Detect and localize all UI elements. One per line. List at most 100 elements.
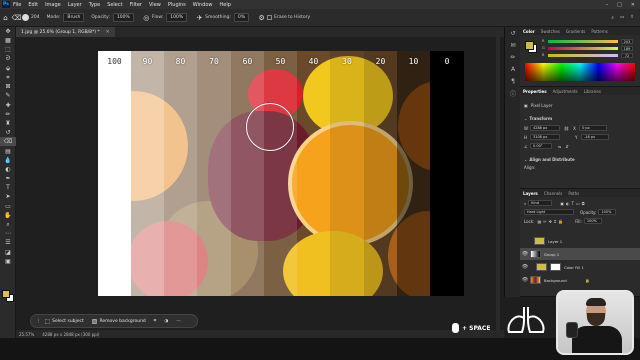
menu-window[interactable]: Window: [193, 2, 213, 8]
gradient-tool-icon[interactable]: ▤: [0, 146, 16, 155]
smoothing-field[interactable]: 0%: [234, 13, 250, 22]
menu-view[interactable]: View: [149, 2, 161, 8]
layer-row-color-fill-1[interactable]: 👁 Color Fill 1: [520, 261, 640, 273]
foreground-color-swatch[interactable]: [2, 290, 10, 298]
y-field[interactable]: -18 px: [581, 134, 609, 140]
tab-layers[interactable]: Layers: [520, 191, 541, 196]
b-channel-value[interactable]: 72: [621, 53, 633, 58]
workspace-icon[interactable]: ▭: [620, 15, 624, 21]
b-channel-slider[interactable]: [548, 54, 618, 57]
r-channel-slider[interactable]: [548, 40, 618, 43]
layer-row-layer-1[interactable]: Layer 1: [520, 235, 640, 247]
mode-select[interactable]: Brush: [63, 13, 85, 22]
tab-libraries[interactable]: Libraries: [581, 89, 604, 94]
opacity-field[interactable]: 100%: [112, 13, 134, 22]
menu-type[interactable]: Type: [89, 2, 100, 8]
frame-tool-icon[interactable]: ⊠: [0, 82, 16, 91]
airbrush-icon[interactable]: ✈: [194, 12, 205, 23]
erase-history-group[interactable]: Erase to History: [267, 15, 310, 20]
history-brush-tool-icon[interactable]: ↺: [0, 128, 16, 137]
w-field[interactable]: 4288 px: [530, 125, 560, 131]
crop-tool-icon[interactable]: ⌗: [0, 73, 16, 82]
object-selection-tool-icon[interactable]: ⬙: [0, 64, 16, 73]
layer-fill-field[interactable]: 100%: [583, 218, 602, 224]
eraser-tool-icon[interactable]: ⌫: [0, 137, 16, 147]
tab-paths[interactable]: Paths: [565, 191, 582, 196]
history-panel-icon[interactable]: ↺: [505, 27, 521, 39]
layer-row-group-1[interactable]: 👁 Group 1: [520, 248, 640, 260]
eyedropper-tool-icon[interactable]: ✎: [0, 91, 16, 100]
kind-filter-select[interactable]: Kind: [528, 200, 553, 206]
zoom-level[interactable]: 25.57%: [19, 332, 34, 337]
flow-field[interactable]: 100%: [166, 13, 188, 22]
filter-icons[interactable]: ▣◐T▭⧉: [560, 201, 586, 206]
hand-tool-icon[interactable]: ✋: [0, 211, 16, 220]
tab-channels[interactable]: Channels: [541, 191, 566, 196]
search-icon[interactable]: ⌕: [611, 15, 614, 21]
g-channel-value[interactable]: 189: [621, 46, 633, 51]
comments-panel-icon[interactable]: ✉: [505, 39, 521, 51]
minimize-icon[interactable]: –: [606, 2, 609, 8]
blur-tool-icon[interactable]: 💧: [0, 156, 16, 165]
share-icon[interactable]: ⇪: [630, 15, 634, 21]
menu-select[interactable]: Select: [107, 2, 122, 8]
tab-properties[interactable]: Properties: [520, 89, 550, 94]
menu-edit[interactable]: Edit: [28, 2, 38, 8]
erase-history-checkbox[interactable]: [267, 15, 273, 20]
paragraph-panel-icon[interactable]: ¶: [505, 75, 521, 87]
select-subject-button[interactable]: ⬚ Select subject: [45, 318, 84, 325]
pen-tool-icon[interactable]: ✒: [0, 174, 16, 183]
document-size[interactable]: 4288 px x 2848 px (300 ppi): [42, 332, 99, 337]
marquee-tool-icon[interactable]: ⬚: [0, 45, 16, 54]
visibility-eye-icon[interactable]: 👁: [520, 251, 530, 257]
x-field[interactable]: 0 px: [579, 125, 608, 131]
brush-preset-picker[interactable]: 204: [22, 14, 40, 21]
color-fg-bg-swatch[interactable]: [525, 41, 537, 53]
color-swatches[interactable]: [2, 290, 14, 302]
close-tab-icon[interactable]: ✕: [106, 30, 110, 35]
fruit-photo-canvas[interactable]: 100 90 80 70 60 50 40 30 20 10 0: [98, 51, 464, 296]
canvas-workspace[interactable]: 100 90 80 70 60 50 40 30 20 10 0: [16, 37, 504, 330]
tab-gradients[interactable]: Gradients: [563, 29, 589, 34]
close-icon[interactable]: ✕: [631, 2, 635, 8]
dodge-tool-icon[interactable]: ◐: [0, 165, 16, 174]
more-tools-icon[interactable]: ⋯: [0, 229, 16, 238]
clone-stamp-tool-icon[interactable]: ♜: [0, 119, 16, 128]
smoothing-settings-icon[interactable]: ⚙: [256, 12, 267, 23]
g-channel-slider[interactable]: [548, 47, 618, 50]
angle-field[interactable]: 0.00°: [530, 143, 552, 149]
type-tool-icon[interactable]: T: [0, 183, 16, 192]
photoshop-logo-icon[interactable]: Ps: [2, 1, 10, 8]
path-selection-tool-icon[interactable]: ➤: [0, 192, 16, 201]
adjust-icon[interactable]: ◑: [164, 319, 168, 324]
menu-layer[interactable]: Layer: [68, 2, 82, 8]
align-heading-row[interactable]: ⌄ Align and Distribute: [520, 157, 640, 162]
brush-panel-icon[interactable]: ✏: [505, 51, 521, 63]
layer-row-background[interactable]: 👁 Background 🔒: [520, 274, 640, 286]
link-icon[interactable]: ⛓: [564, 126, 569, 131]
tab-color[interactable]: Color: [520, 29, 538, 34]
tab-patterns[interactable]: Patterns: [588, 29, 610, 34]
zoom-tool-icon[interactable]: ⌕: [0, 220, 16, 229]
layer-opacity-field[interactable]: 100%: [598, 209, 617, 215]
tab-swatches[interactable]: Swatches: [538, 29, 563, 34]
maximize-icon[interactable]: □: [617, 2, 622, 8]
menu-help[interactable]: Help: [220, 2, 231, 8]
flip-vertical-icon[interactable]: ⇵: [565, 144, 568, 149]
visibility-eye-icon[interactable]: 👁: [520, 277, 530, 283]
remove-background-button[interactable]: ▨ Remove background: [92, 318, 146, 325]
screen-mode-icon[interactable]: ▣: [0, 257, 16, 266]
character-panel-icon[interactable]: A: [505, 63, 521, 75]
r-channel-value[interactable]: 203: [621, 39, 633, 44]
pressure-opacity-icon[interactable]: ◎: [141, 12, 152, 23]
transform-icon[interactable]: ⌗: [154, 318, 157, 324]
edit-toolbar-icon[interactable]: ☰: [0, 238, 16, 247]
flip-horizontal-icon[interactable]: ⇋: [558, 144, 561, 149]
more-options-icon[interactable]: ⋯: [176, 319, 181, 324]
panel-fg-swatch[interactable]: [525, 41, 534, 50]
eraser-tool-icon[interactable]: ⌫: [11, 12, 22, 23]
visibility-eye-icon[interactable]: 👁: [520, 264, 530, 270]
blend-mode-select[interactable]: Hard Light: [524, 209, 574, 215]
lasso-tool-icon[interactable]: ᘐ: [0, 55, 16, 64]
brush-tool-icon[interactable]: ✏: [0, 110, 16, 119]
